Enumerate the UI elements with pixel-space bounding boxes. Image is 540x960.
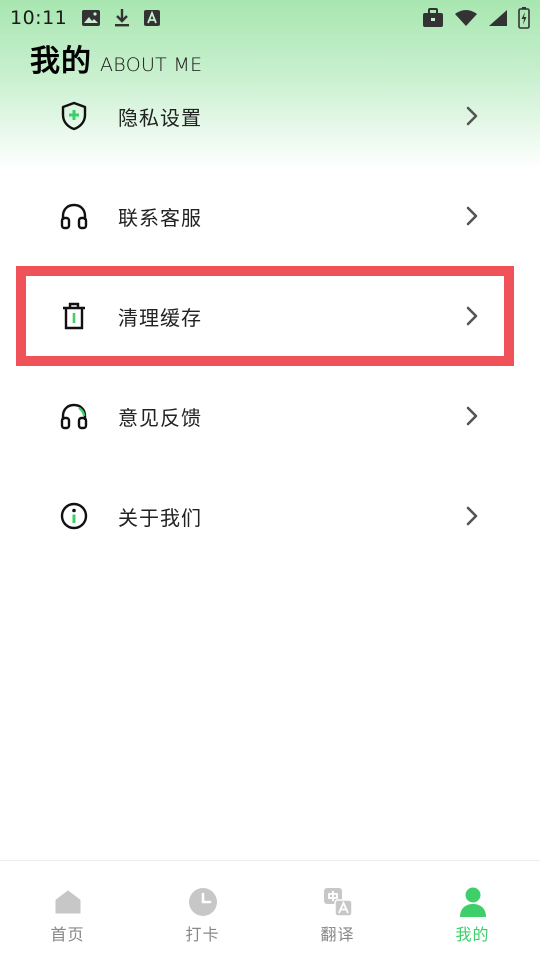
menu-item-label: 清理缓存 [118,305,202,330]
chevron-right-icon [462,504,482,528]
chevron-right-icon [462,404,482,428]
menu-item-feedback[interactable]: 意见反馈 [0,366,540,466]
tab-label: 翻译 [320,925,355,944]
text-a-icon [143,9,161,27]
signal-icon [488,9,508,27]
tab-label: 首页 [50,925,85,944]
chevron-right-icon [462,304,482,328]
image-icon [81,9,101,27]
bottom-tab-bar: 首页 打卡 翻译 我的 [0,860,540,960]
translate-icon [321,885,355,919]
settings-menu: 隐私设置 联系客服 清理缓存 意见反馈 关于我们 [0,66,540,566]
tab-mine[interactable]: 我的 [405,861,540,960]
trash-icon [58,300,90,332]
briefcase-icon [422,8,444,28]
headphones-icon [58,200,90,232]
menu-item-label: 意见反馈 [118,405,202,430]
shield-icon [58,100,90,132]
tab-label: 打卡 [185,925,220,944]
clock-icon [186,885,220,919]
tab-translate[interactable]: 翻译 [270,861,405,960]
menu-item-label: 联系客服 [118,205,202,230]
menu-item-label: 隐私设置 [118,105,202,130]
status-bar: 10:11 [0,0,540,36]
battery-icon [518,7,530,29]
chevron-right-icon [462,104,482,128]
headphones-icon [58,400,90,432]
status-time: 10:11 [10,7,68,29]
chevron-right-icon [462,204,482,228]
tab-checkin[interactable]: 打卡 [135,861,270,960]
tab-home[interactable]: 首页 [0,861,135,960]
menu-item-customer-service[interactable]: 联系客服 [0,166,540,266]
menu-item-about-us[interactable]: 关于我们 [0,466,540,566]
menu-item-label: 关于我们 [118,505,202,530]
menu-item-privacy[interactable]: 隐私设置 [0,66,540,166]
menu-item-clear-cache[interactable]: 清理缓存 [0,266,540,366]
home-icon [51,885,85,919]
download-icon [113,8,131,28]
wifi-icon [454,9,478,27]
info-icon [58,500,90,532]
person-icon [456,885,490,919]
tab-label: 我的 [455,925,490,944]
